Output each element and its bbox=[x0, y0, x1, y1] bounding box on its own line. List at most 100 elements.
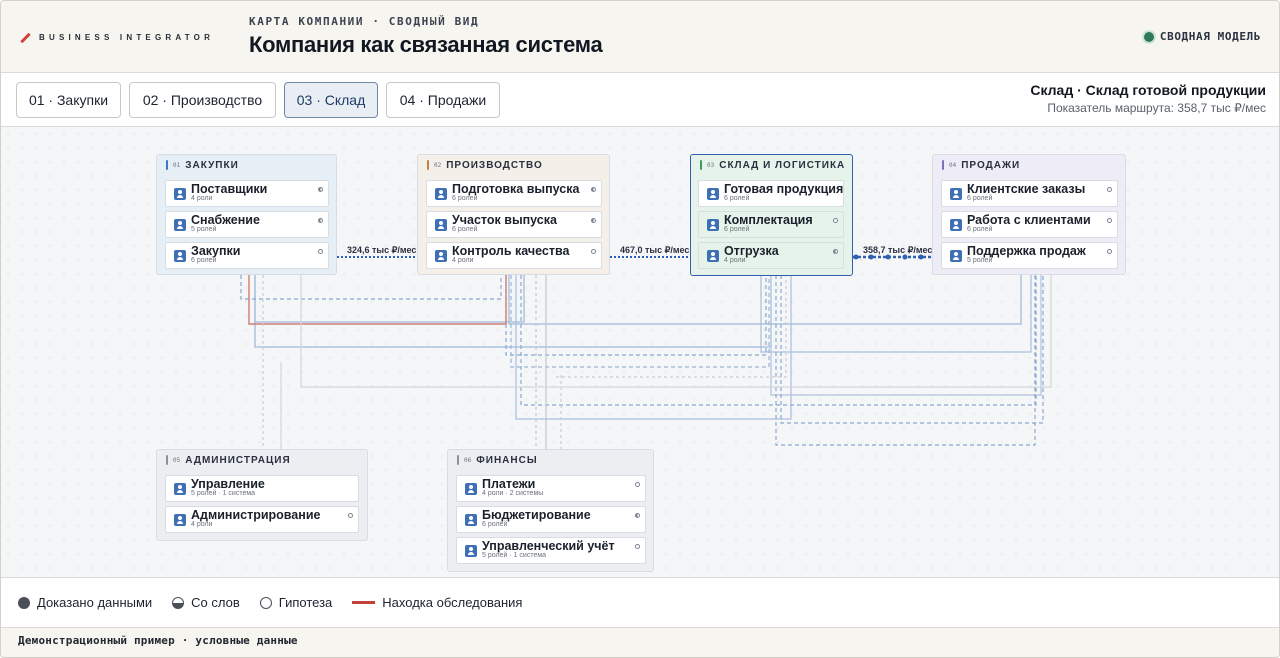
flow-label-warehouse-sales: 358,7 тыс ₽/мес bbox=[863, 245, 933, 255]
link-line bbox=[770, 275, 1042, 396]
model-status-label: СВОДНАЯ МОДЕЛЬ bbox=[1159, 30, 1261, 43]
node-release-site[interactable]: Участок выпуска 6 ролей bbox=[426, 211, 602, 238]
group-header: 05 АДМИНИСТРАЦИЯ bbox=[166, 454, 291, 466]
tab-production[interactable]: 02 · Производство bbox=[129, 82, 276, 118]
legend-finding: Находка обследования bbox=[352, 595, 522, 610]
node-roles: 4 роли bbox=[724, 257, 746, 264]
node-quality-control[interactable]: Контроль качества 4 роли bbox=[426, 242, 602, 269]
node-sales-support[interactable]: Поддержка продаж 5 ролей bbox=[941, 242, 1118, 269]
brand-logo[interactable]: BUSINESS INTEGRATOR bbox=[20, 32, 214, 43]
node-roles: 6 ролей bbox=[967, 226, 993, 233]
node-roles: 6 ролей bbox=[452, 226, 478, 233]
route-info: Склад · Склад готовой продукции Показате… bbox=[1030, 82, 1266, 115]
group-name: ЗАКУПКИ bbox=[185, 159, 239, 171]
company-map-canvas[interactable]: 324,6 тыс ₽/мес 467,0 тыс ₽/мес 358,7 ты… bbox=[1, 127, 1279, 577]
node-supply[interactable]: Снабжение 5 ролей bbox=[165, 211, 329, 238]
status-empty-icon bbox=[348, 513, 353, 518]
group-number: 05 bbox=[173, 456, 181, 464]
node-roles: 4 роли bbox=[191, 195, 213, 202]
flow-dot bbox=[853, 254, 859, 260]
node-finished-goods[interactable]: Готовая продукция 6 ролей bbox=[698, 180, 844, 207]
node-roles: 5 ролей bbox=[967, 257, 993, 264]
status-half-icon bbox=[318, 187, 323, 192]
tab-warehouse[interactable]: 03 · Склад bbox=[284, 82, 378, 118]
group-color-bar bbox=[427, 160, 429, 170]
node-name: Комплектация bbox=[724, 213, 813, 227]
user-icon bbox=[435, 250, 447, 262]
status-empty-icon bbox=[635, 544, 640, 549]
status-empty-icon bbox=[635, 482, 640, 487]
group-number: 01 bbox=[173, 161, 181, 169]
node-roles: 4 роли bbox=[452, 257, 474, 264]
link-line bbox=[520, 275, 1037, 406]
node-management[interactable]: Управление 5 ролей · 1 система bbox=[165, 475, 359, 502]
user-icon bbox=[707, 188, 719, 200]
group-production[interactable]: 02 ПРОИЗВОДСТВО Подготовка выпуска 6 рол… bbox=[417, 154, 610, 275]
node-roles: 5 ролей · 1 система bbox=[482, 552, 547, 559]
node-purchasing[interactable]: Закупки 6 ролей bbox=[165, 242, 329, 269]
footer-note: Демонстрационный пример · условные данны… bbox=[1, 627, 1279, 657]
status-half-icon bbox=[318, 218, 323, 223]
node-roles: 5 ролей bbox=[191, 226, 217, 233]
group-header: 03 СКЛАД И ЛОГИСТИКА bbox=[700, 159, 845, 171]
node-picking[interactable]: Комплектация 6 ролей bbox=[698, 211, 844, 238]
node-suppliers[interactable]: Поставщики 4 роли bbox=[165, 180, 329, 207]
node-client-work[interactable]: Работа с клиентами 6 ролей bbox=[941, 211, 1118, 238]
node-admin[interactable]: Администрирование 4 роли bbox=[165, 506, 359, 533]
node-budgeting[interactable]: Бюджетирование 6 ролей bbox=[456, 506, 646, 533]
node-name: Контроль качества bbox=[452, 244, 570, 258]
node-roles: 6 ролей bbox=[482, 521, 508, 528]
tab-sales[interactable]: 04 · Продажи bbox=[386, 82, 500, 118]
user-icon bbox=[950, 188, 962, 200]
status-empty-icon bbox=[1107, 187, 1112, 192]
group-color-bar bbox=[942, 160, 944, 170]
route-metric: Показатель маршрута: 358,7 тыс ₽/мес bbox=[1047, 101, 1266, 115]
status-half-icon bbox=[591, 187, 596, 192]
user-icon bbox=[465, 514, 477, 526]
app-frame: BUSINESS INTEGRATOR КАРТА КОМПАНИИ · СВО… bbox=[0, 0, 1280, 658]
group-name: ПРОИЗВОДСТВО bbox=[446, 159, 543, 171]
node-shipping[interactable]: Отгрузка 4 роли bbox=[698, 242, 844, 269]
node-payments[interactable]: Платежи 4 роли · 2 системы bbox=[456, 475, 646, 502]
node-roles: 6 ролей bbox=[191, 257, 217, 264]
legend-hypothesis-label: Гипотеза bbox=[278, 595, 333, 610]
user-icon bbox=[174, 514, 186, 526]
group-procurement[interactable]: 01 ЗАКУПКИ Поставщики 4 роли Снабжение 5… bbox=[156, 154, 337, 275]
logo-mark-icon bbox=[20, 32, 31, 43]
node-name: Поставщики bbox=[191, 182, 268, 196]
empty-circle-icon bbox=[259, 596, 272, 609]
group-administration[interactable]: 05 АДМИНИСТРАЦИЯ Управление 5 ролей · 1 … bbox=[156, 449, 368, 541]
group-color-bar bbox=[166, 160, 168, 170]
user-icon bbox=[174, 483, 186, 495]
user-icon bbox=[174, 219, 186, 231]
node-release-prep[interactable]: Подготовка выпуска 6 ролей bbox=[426, 180, 602, 207]
node-roles: 4 роли bbox=[191, 521, 213, 528]
group-warehouse[interactable]: 03 СКЛАД И ЛОГИСТИКА Готовая продукция 6… bbox=[690, 154, 853, 276]
group-name: ФИНАНСЫ bbox=[476, 454, 538, 466]
link-line bbox=[556, 275, 787, 378]
group-color-bar bbox=[457, 455, 459, 465]
filled-circle-icon bbox=[18, 596, 30, 609]
tab-procurement[interactable]: 01 · Закупки bbox=[16, 82, 121, 118]
node-client-orders[interactable]: Клиентские заказы 6 ролей bbox=[941, 180, 1118, 207]
link-line bbox=[300, 275, 1052, 388]
link-line bbox=[775, 275, 1036, 446]
group-finance[interactable]: 06 ФИНАНСЫ Платежи 4 роли · 2 системы Бю… bbox=[447, 449, 654, 572]
group-color-bar bbox=[166, 455, 168, 465]
group-number: 04 bbox=[949, 161, 957, 169]
link-line bbox=[780, 275, 1044, 424]
user-icon bbox=[950, 219, 962, 231]
node-management-accounting[interactable]: Управленческий учёт 5 ролей · 1 система bbox=[456, 537, 646, 564]
node-name: Клиентские заказы bbox=[967, 182, 1086, 196]
node-name: Отгрузка bbox=[724, 244, 779, 258]
node-name: Поддержка продаж bbox=[967, 244, 1086, 258]
node-name: Закупки bbox=[191, 244, 241, 258]
node-name: Администрирование bbox=[191, 508, 321, 522]
tabs-bar: 01 · Закупки 02 · Производство 03 · Скла… bbox=[1, 73, 1279, 127]
half-circle-icon bbox=[172, 596, 185, 609]
link-line bbox=[254, 275, 772, 348]
node-name: Управление bbox=[191, 477, 265, 491]
status-half-icon bbox=[833, 249, 838, 254]
node-name: Готовая продукция bbox=[724, 182, 844, 196]
group-sales[interactable]: 04 ПРОДАЖИ Клиентские заказы 6 ролей Раб… bbox=[932, 154, 1126, 275]
